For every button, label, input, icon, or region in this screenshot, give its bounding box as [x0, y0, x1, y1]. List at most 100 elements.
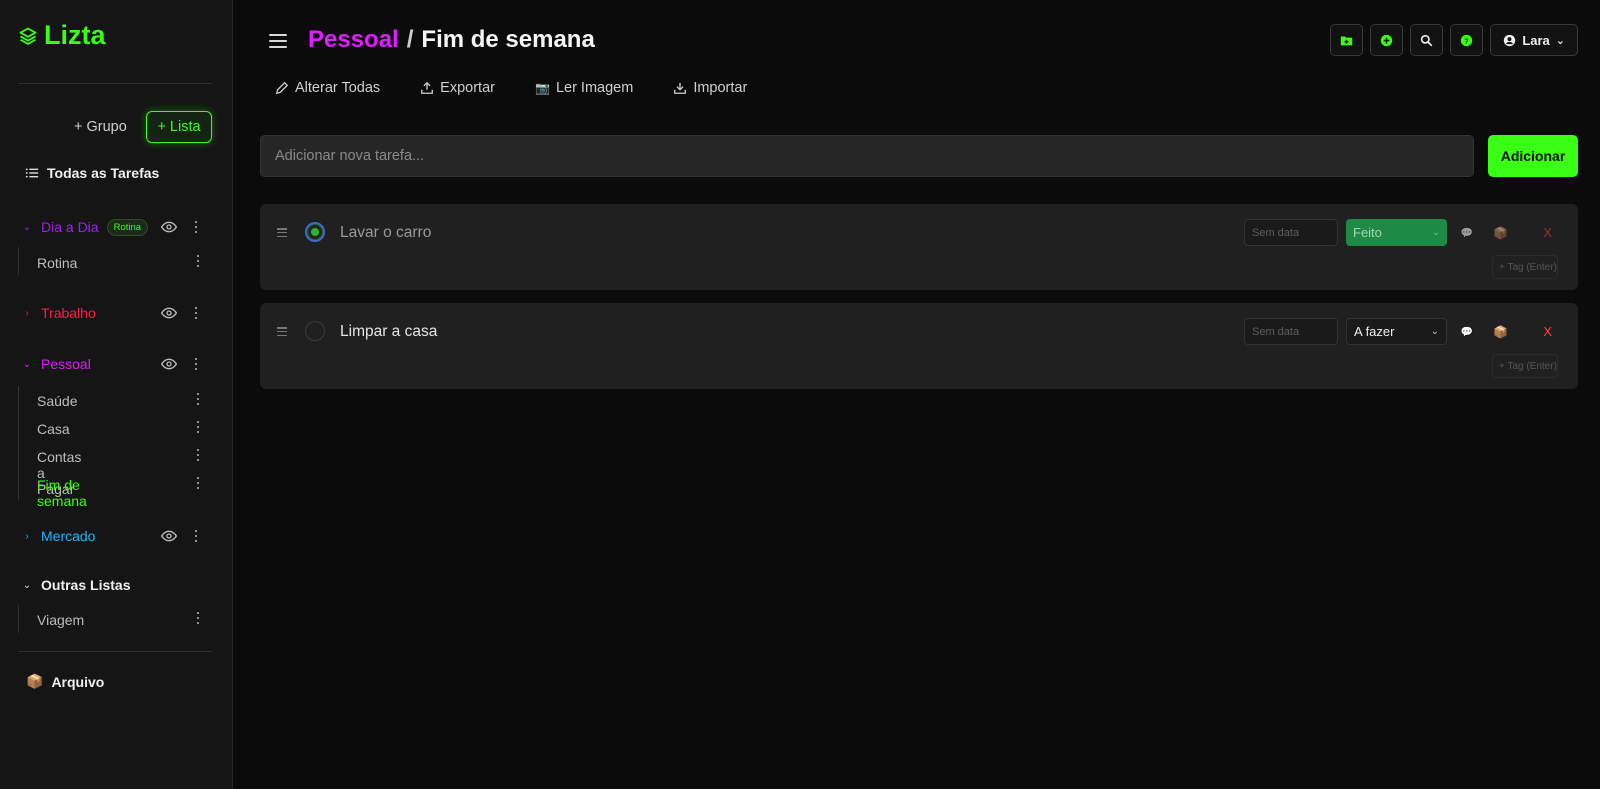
chevron-right-icon: › [25, 307, 29, 319]
search-button[interactable] [1410, 24, 1444, 56]
all-tasks-link[interactable]: Todas as Tarefas [25, 165, 159, 181]
task-checkbox[interactable] [305, 222, 325, 242]
toolbar: Alterar Todas Exportar 📷 Ler Imagem Impo… [275, 80, 747, 96]
eye-icon[interactable] [161, 219, 177, 235]
list-item-casa[interactable]: Casa [37, 421, 70, 437]
archive-icon[interactable]: 📦 [1493, 325, 1508, 339]
task-status-value: A fazer [1354, 324, 1395, 339]
breadcrumb-separator: / [406, 26, 414, 53]
archive-label: Arquivo [51, 673, 105, 690]
add-list-button[interactable]: + Lista [146, 111, 212, 143]
chevron-down-icon: ⌄ [22, 221, 32, 233]
drag-handle-icon[interactable] [277, 327, 287, 336]
list-menu-icon[interactable] [193, 610, 203, 626]
group-name: Trabalho [41, 305, 96, 321]
page-title: Fim de semana [421, 26, 595, 53]
group-name: Dia a Dia [41, 219, 99, 235]
read-image-button[interactable]: 📷 Ler Imagem [535, 80, 633, 96]
list-icon [25, 168, 39, 178]
group-pessoal[interactable]: ⌄ Pessoal [21, 353, 211, 375]
task-item[interactable]: Lavar o carro Sem data Feito ⌄ 💬 📦 X + T… [260, 204, 1578, 290]
group-outras-listas[interactable]: ⌄ Outras Listas [21, 574, 211, 596]
group-dia-a-dia[interactable]: ⌄ Dia a Dia Rotina [21, 216, 211, 238]
chevron-down-icon: ⌄ [1431, 227, 1440, 238]
divider [18, 83, 212, 84]
delete-icon[interactable]: X [1543, 324, 1552, 339]
help-button[interactable]: ? [1450, 24, 1484, 56]
archive-link[interactable]: 📦 Arquivo [26, 673, 104, 690]
user-circle-icon [1504, 34, 1516, 46]
group-name: Outras Listas [41, 577, 131, 593]
task-title[interactable]: Lavar o carro [340, 224, 431, 242]
group-lists: Viagem [18, 605, 199, 633]
export-button[interactable]: Exportar [420, 80, 495, 96]
list-menu-icon[interactable] [193, 253, 203, 269]
add-group-button[interactable]: + Grupo [66, 115, 135, 139]
main-content: Pessoal / Fim de semana ? Lara ⌄ Alterar… [233, 0, 1600, 789]
new-task-input[interactable] [260, 135, 1474, 177]
pencil-icon [275, 81, 289, 95]
all-tasks-label: Todas as Tarefas [47, 165, 160, 181]
user-name: Lara [1522, 32, 1550, 48]
list-item-viagem[interactable]: Viagem [37, 612, 84, 628]
task-status-value: Feito [1353, 225, 1382, 240]
comment-icon[interactable]: 💬 [1461, 327, 1473, 338]
read-image-label: Ler Imagem [555, 80, 634, 96]
list-item-saude[interactable]: Saúde [37, 393, 77, 409]
add-circle-button[interactable] [1370, 24, 1404, 56]
delete-icon[interactable]: X [1543, 225, 1552, 240]
chevron-down-icon: ⌄ [1430, 326, 1439, 337]
search-icon [1421, 34, 1433, 46]
breadcrumb-group[interactable]: Pessoal [308, 26, 399, 54]
group-menu-icon[interactable] [191, 356, 201, 372]
task-item[interactable]: Limpar a casa Sem data A fazer ⌄ 💬 📦 X +… [260, 303, 1578, 389]
group-lists: Rotina [18, 247, 199, 275]
list-menu-icon[interactable] [193, 447, 203, 463]
list-menu-icon[interactable] [193, 419, 203, 435]
list-item-fim-de-semana[interactable]: Fim de semana [37, 477, 87, 509]
chevron-down-icon: ⌄ [22, 579, 32, 591]
camera-icon: 📷 [534, 81, 550, 95]
edit-all-button[interactable]: Alterar Todas [275, 80, 380, 96]
menu-icon[interactable] [269, 34, 287, 48]
tag-input[interactable]: + Tag (Enter) [1492, 255, 1558, 279]
chevron-down-icon: ⌄ [1555, 34, 1565, 47]
task-title[interactable]: Limpar a casa [340, 323, 437, 341]
group-trabalho[interactable]: › Trabalho [21, 302, 211, 324]
task-status-select[interactable]: Feito ⌄ [1346, 219, 1447, 246]
upload-icon [421, 81, 434, 94]
group-menu-icon[interactable] [191, 219, 201, 235]
list-menu-icon[interactable] [193, 391, 203, 407]
tag-input[interactable]: + Tag (Enter) [1492, 354, 1558, 378]
comment-icon[interactable]: 💬 [1461, 228, 1473, 239]
list-menu-icon[interactable] [193, 475, 203, 491]
plus-circle-icon [1381, 34, 1393, 46]
group-name: Pessoal [41, 356, 91, 372]
list-item-rotina[interactable]: Rotina [37, 255, 77, 271]
add-task-button[interactable]: Adicionar [1488, 135, 1578, 177]
task-checkbox[interactable] [305, 321, 325, 341]
group-menu-icon[interactable] [191, 528, 201, 544]
package-icon: 📦 [26, 673, 44, 689]
import-button[interactable]: Importar [673, 80, 747, 96]
eye-icon[interactable] [161, 528, 177, 544]
task-date-input[interactable]: Sem data [1244, 219, 1338, 246]
add-task-row: Adicionar [260, 135, 1578, 177]
chevron-right-icon: › [25, 530, 29, 542]
new-folder-button[interactable] [1330, 24, 1364, 56]
eye-icon[interactable] [161, 305, 177, 321]
task-status-select[interactable]: A fazer ⌄ [1346, 318, 1447, 345]
app-logo[interactable]: Lizta [18, 20, 106, 51]
folder-plus-icon [1341, 35, 1353, 45]
group-menu-icon[interactable] [191, 305, 201, 321]
eye-icon[interactable] [161, 356, 177, 372]
group-mercado[interactable]: › Mercado [21, 525, 211, 547]
task-date-input[interactable]: Sem data [1244, 318, 1338, 345]
archive-icon[interactable]: 📦 [1493, 226, 1508, 240]
help-circle-icon: ? [1461, 34, 1473, 46]
group-lists: Saúde Casa Contas a Pagar Fim de semana [18, 386, 199, 509]
drag-handle-icon[interactable] [277, 228, 287, 237]
user-menu-button[interactable]: Lara ⌄ [1490, 24, 1578, 56]
divider [18, 651, 212, 652]
chevron-down-icon: ⌄ [22, 358, 32, 370]
